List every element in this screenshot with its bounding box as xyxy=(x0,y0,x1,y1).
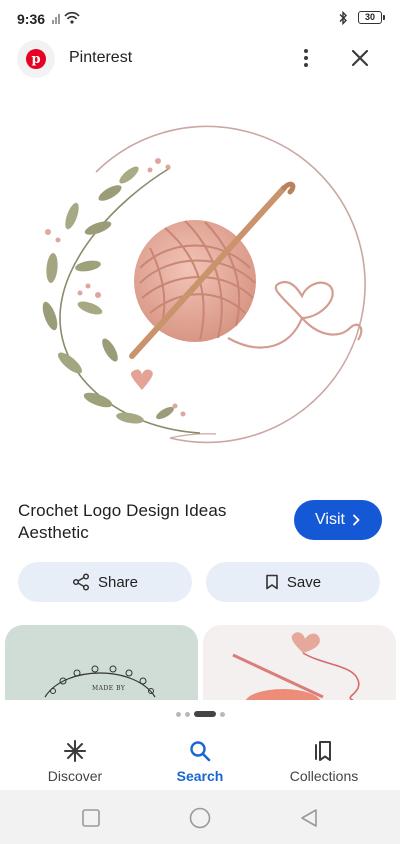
related-image-card[interactable]: MADE BY xyxy=(5,625,198,700)
asterisk-icon xyxy=(64,740,86,762)
pinterest-logo-icon: p xyxy=(17,40,55,78)
bluetooth-icon xyxy=(339,11,347,25)
pager-dot xyxy=(175,711,181,717)
status-right: 30 xyxy=(338,10,385,26)
save-button[interactable]: Save xyxy=(206,562,380,602)
visit-label: Visit xyxy=(315,511,345,528)
pin-title: Crochet Logo Design Ideas Aesthetic xyxy=(18,500,268,544)
carousel-pager xyxy=(0,710,400,718)
pin-title-line1: Crochet Logo Design Ideas xyxy=(18,501,227,520)
search-icon xyxy=(190,741,211,762)
status-time: 9:36 xyxy=(17,11,46,27)
app-header: p Pinterest xyxy=(0,36,400,88)
pager-dot xyxy=(184,711,190,717)
share-label: Share xyxy=(97,573,139,591)
bottom-nav: Discover Search Collections xyxy=(0,726,400,790)
home-icon xyxy=(189,807,211,829)
nav-collections[interactable]: Collections xyxy=(264,726,384,790)
related-image-card[interactable] xyxy=(203,625,396,700)
share-icon xyxy=(72,573,90,591)
chevron-right-icon xyxy=(353,514,360,526)
system-navigation-bar xyxy=(0,790,400,844)
status-icons xyxy=(52,10,82,26)
yarn-heart-thumbnail-icon xyxy=(232,632,360,700)
pager-dot xyxy=(219,711,225,717)
nav-search-label: Search xyxy=(176,768,224,784)
site-name: Pinterest xyxy=(69,49,133,66)
status-bar: 9:36 30 xyxy=(0,0,400,36)
collections-icon xyxy=(315,741,331,761)
more-options-icon[interactable] xyxy=(292,44,320,72)
made-by-text: MADE BY xyxy=(92,685,126,692)
pin-title-line2: Aesthetic xyxy=(18,523,89,542)
pin-image[interactable] xyxy=(0,88,400,490)
visit-button[interactable]: Visit xyxy=(294,500,382,540)
nav-discover[interactable]: Discover xyxy=(15,726,135,790)
pager-dot-active xyxy=(193,711,216,717)
save-label: Save xyxy=(286,573,322,591)
share-button[interactable]: Share xyxy=(18,562,192,602)
nav-collections-label: Collections xyxy=(289,768,359,784)
signal-icon xyxy=(52,14,60,24)
close-icon xyxy=(351,49,369,67)
back-icon xyxy=(301,809,317,827)
wifi-icon xyxy=(64,11,80,24)
recent-apps-icon xyxy=(82,809,100,827)
nav-discover-label: Discover xyxy=(47,768,103,784)
close-button[interactable] xyxy=(346,44,374,72)
battery-icon: 30 xyxy=(358,11,385,24)
nav-search[interactable]: Search xyxy=(140,726,260,790)
bookmark-icon xyxy=(266,574,278,590)
